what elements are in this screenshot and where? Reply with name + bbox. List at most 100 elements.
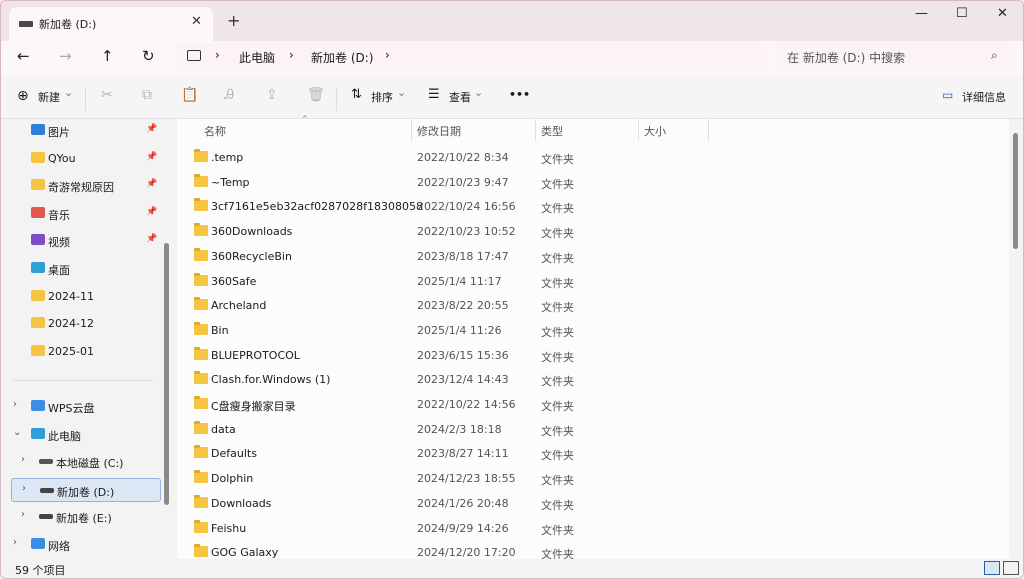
tree-item[interactable]: › 新加卷 (E:) xyxy=(11,505,161,529)
file-row[interactable]: BLUEPROTOCOL 2023/6/15 15:36 文件夹 xyxy=(187,343,987,367)
cloud-icon xyxy=(31,400,45,411)
folder-icon xyxy=(31,151,45,163)
search-icon[interactable]: ⌕ xyxy=(991,48,998,63)
column-divider[interactable] xyxy=(708,119,709,141)
sidebar-item[interactable]: 视频 📌 xyxy=(11,229,161,253)
refresh-button[interactable]: ↻ xyxy=(142,47,155,65)
file-row[interactable]: .temp 2022/10/22 8:34 文件夹 xyxy=(187,145,987,169)
sidebar-item[interactable]: 音乐 📌 xyxy=(11,202,161,226)
chevron-icon[interactable]: › xyxy=(21,509,25,520)
file-list-scrollbar[interactable] xyxy=(1013,133,1018,249)
pictures-icon xyxy=(31,124,45,135)
sort-button[interactable]: 排序 xyxy=(371,89,393,105)
sidebar-item[interactable]: 2025-01 xyxy=(11,340,161,364)
file-row[interactable]: Bin 2025/1/4 11:26 文件夹 xyxy=(187,318,987,342)
copy-icon[interactable]: ⧉ xyxy=(142,87,152,103)
folder-icon xyxy=(194,321,208,335)
file-row[interactable]: 360Downloads 2022/10/23 10:52 文件夹 xyxy=(187,219,987,243)
tree-item-label: 本地磁盘 (C:) xyxy=(56,457,124,471)
column-divider[interactable] xyxy=(535,119,536,141)
sidebar-item[interactable]: 奇游常规原因 📌 xyxy=(11,174,161,198)
forward-button[interactable]: → xyxy=(59,47,72,65)
cut-icon[interactable]: ✂ xyxy=(101,87,113,103)
column-header-type[interactable]: 类型 xyxy=(541,123,563,139)
command-toolbar: ⊕ 新建 ⌄ ✂ ⧉ 📋 Ꭿ ⇪ 🗑 ⇅ 排序 ⌄ ☰ 查看 ⌄ ••• ▭ 详… xyxy=(1,79,1023,119)
chevron-icon[interactable]: › xyxy=(21,454,25,465)
share-icon[interactable]: ⇪ xyxy=(266,87,278,103)
column-divider[interactable] xyxy=(411,119,412,141)
folder-icon xyxy=(31,179,45,191)
folder-icon xyxy=(194,445,208,459)
file-type: 文件夹 xyxy=(541,301,574,315)
file-modified: 2022/10/22 8:34 xyxy=(417,151,509,164)
more-options-button[interactable]: ••• xyxy=(509,88,530,101)
tree-item[interactable]: ⌄ 此电脑 xyxy=(11,423,161,447)
file-row[interactable]: Dolphin 2024/12/23 18:55 文件夹 xyxy=(187,466,987,490)
file-row[interactable]: 3cf7161e5eb32acf0287028f18308058 2022/10/… xyxy=(187,194,987,218)
up-button[interactable]: ↑ xyxy=(101,47,114,65)
chevron-icon[interactable]: › xyxy=(13,537,17,548)
new-tab-button[interactable]: + xyxy=(227,11,240,30)
view-button[interactable]: 查看 xyxy=(449,89,471,105)
file-row[interactable]: Clash.for.Windows (1) 2023/12/4 14:43 文件夹 xyxy=(187,367,987,391)
column-divider[interactable] xyxy=(638,119,639,141)
minimize-button[interactable]: — xyxy=(915,6,928,21)
column-header-modified[interactable]: 修改日期 xyxy=(417,123,461,139)
search-input[interactable]: 在 新加卷 (D:) 中搜索 ⌕ xyxy=(775,43,1015,71)
chevron-down-icon[interactable]: ⌄ xyxy=(474,86,483,99)
file-row[interactable]: data 2024/2/3 18:18 文件夹 xyxy=(187,417,987,441)
file-type: 文件夹 xyxy=(541,276,574,290)
file-name: Defaults xyxy=(211,447,257,461)
rename-icon[interactable]: Ꭿ xyxy=(224,87,234,103)
tree-item[interactable]: › 本地磁盘 (C:) xyxy=(11,450,161,474)
sidebar-item[interactable]: 2024-11 xyxy=(11,285,161,309)
file-name: ~Temp xyxy=(211,175,250,189)
sidebar-scrollbar[interactable] xyxy=(164,243,169,505)
close-window-button[interactable]: ✕ xyxy=(997,6,1008,21)
back-button[interactable]: ← xyxy=(17,47,30,65)
maximize-button[interactable]: ☐ xyxy=(956,6,968,21)
folder-icon xyxy=(194,247,208,261)
tab-close-icon[interactable]: ✕ xyxy=(191,14,202,29)
folder-icon xyxy=(194,149,208,162)
chevron-icon[interactable]: › xyxy=(13,399,17,410)
details-button[interactable]: 详细信息 xyxy=(962,89,1006,105)
new-button[interactable]: 新建 xyxy=(38,89,60,105)
file-row[interactable]: ~Temp 2022/10/23 9:47 文件夹 xyxy=(187,170,987,194)
file-row[interactable]: 360Safe 2025/1/4 11:17 文件夹 xyxy=(187,269,987,293)
breadcrumb-drive-d[interactable]: 新加卷 (D:) xyxy=(311,49,373,66)
column-header-size[interactable]: 大小 xyxy=(644,123,666,139)
tree-item[interactable]: › WPS云盘 xyxy=(11,395,161,419)
breadcrumb-separator[interactable]: › xyxy=(289,48,294,62)
file-row[interactable]: Archeland 2023/8/22 20:55 文件夹 xyxy=(187,293,987,317)
file-row[interactable]: Feishu 2024/9/29 14:26 文件夹 xyxy=(187,516,987,540)
column-header-name[interactable]: 名称 xyxy=(204,123,226,139)
file-row[interactable]: Defaults 2023/8/27 14:11 文件夹 xyxy=(187,441,987,465)
chevron-icon[interactable]: › xyxy=(22,483,26,494)
chevron-down-icon[interactable]: ⌄ xyxy=(397,86,406,99)
breadcrumb-separator[interactable]: › xyxy=(385,48,390,62)
file-explorer-window: 新加卷 (D:) ✕ + — ☐ ✕ ← → ↑ ↻ › 此电脑 › 新加卷 (… xyxy=(0,0,1024,579)
sidebar-item[interactable]: 2024-12 xyxy=(11,312,161,336)
file-name: 360RecycleBin xyxy=(211,249,292,263)
sidebar-item[interactable]: 桌面 xyxy=(11,257,161,281)
paste-icon[interactable]: 📋 xyxy=(181,87,198,103)
breadcrumb-separator[interactable]: › xyxy=(215,48,220,62)
file-row[interactable]: C盘瘦身搬家目录 2022/10/22 14:56 文件夹 xyxy=(187,392,987,416)
folder-icon xyxy=(194,494,208,508)
address-bar[interactable]: › 此电脑 › 新加卷 (D:) › xyxy=(177,43,767,71)
file-row[interactable]: 360RecycleBin 2023/8/18 17:47 文件夹 xyxy=(187,244,987,268)
tree-item-label: 新加卷 (D:) xyxy=(57,485,115,499)
tree-item[interactable]: › 网络 xyxy=(11,533,161,557)
delete-icon[interactable]: 🗑 xyxy=(307,87,325,103)
details-view-icon[interactable] xyxy=(984,561,1000,575)
tree-item[interactable]: › 新加卷 (D:) xyxy=(11,477,161,502)
breadcrumb-this-pc[interactable]: 此电脑 xyxy=(239,49,275,66)
sidebar-item[interactable]: QYou 📌 xyxy=(11,147,161,171)
sidebar-item[interactable]: 图片 📌 xyxy=(11,119,161,143)
large-icons-view-icon[interactable] xyxy=(1003,561,1019,575)
file-row[interactable]: Downloads 2024/1/26 20:48 文件夹 xyxy=(187,491,987,515)
tab-drive-d[interactable]: 新加卷 (D:) ✕ xyxy=(9,7,213,41)
chevron-down-icon[interactable]: ⌄ xyxy=(64,86,73,99)
chevron-icon[interactable]: ⌄ xyxy=(13,427,21,438)
